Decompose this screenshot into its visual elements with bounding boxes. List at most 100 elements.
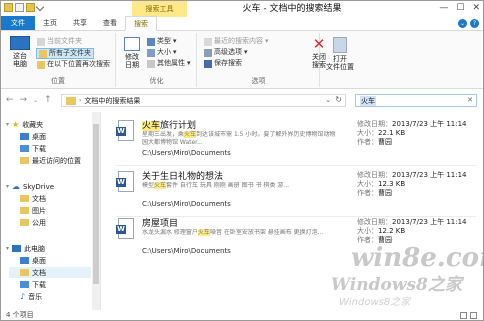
all-subfolders-button[interactable]: 所有子文件夹 (36, 48, 94, 59)
computer-icon (10, 36, 30, 50)
folder-icon (20, 195, 29, 202)
nav-skydrive-documents[interactable]: 文档 (20, 193, 46, 204)
properties-icon[interactable] (15, 3, 24, 12)
date-label: 修改日期： (357, 171, 392, 179)
size-icon (147, 48, 155, 57)
nav-scrollbar-thumb[interactable] (93, 124, 99, 284)
author-value: 曹园 (378, 236, 392, 244)
explorer-window: 搜索工具 火车 - 文档中的搜索结果 — ☐ ✕ 文件 主页 共享 查看 搜索 … (0, 0, 484, 321)
desktop-icon (20, 133, 29, 140)
search-input[interactable]: 火车 (360, 95, 376, 106)
nav-pc-downloads[interactable]: 下载 (20, 279, 46, 290)
navigation-buttons: ← → ⌄ ↑ (6, 95, 52, 105)
result-item[interactable]: 房屋项目 水龙头漏水 修理窗户火车噪音 在卧室安放书架 悬挂画布 更换灯泡...… (116, 213, 476, 261)
recent-searches-button[interactable]: 最近的搜索内容 ▾ (204, 37, 269, 46)
result-name[interactable]: 房屋项目 (142, 216, 178, 229)
close-search-icon: ✕ (312, 35, 326, 53)
this-pc-label-2: 电脑 (13, 60, 27, 68)
clear-search-icon[interactable]: ✕ (467, 96, 473, 104)
result-name[interactable]: 火车旅行计划 (142, 118, 196, 131)
close-search-button[interactable]: ✕ 关闭 搜索 (308, 35, 330, 70)
snippet-highlight: 火车 (184, 131, 197, 138)
close-search-label-2: 搜索 (312, 61, 326, 69)
minimize-button[interactable]: — (439, 3, 448, 13)
search-box[interactable]: 火车 ✕ (355, 94, 477, 107)
nav-downloads-label: 下载 (32, 144, 46, 153)
snippet-text: 模型 (142, 182, 155, 189)
refresh-icon[interactable]: ↻ (335, 95, 342, 104)
nav-skydrive[interactable]: ▾ ☁ SkyDrive (6, 181, 54, 192)
search-tools-context-label: 搜索工具 (132, 1, 187, 17)
download-icon (20, 281, 29, 288)
history-dropdown-icon[interactable]: ⌄ (33, 97, 38, 104)
tab-home[interactable]: 主页 (35, 16, 65, 30)
expand-ribbon-icon[interactable]: ⌄ (458, 19, 467, 28)
save-search-button[interactable]: 保存搜索 (204, 59, 242, 68)
tab-view[interactable]: 查看 (95, 16, 125, 30)
forward-arrow-icon[interactable]: → (20, 95, 28, 105)
up-arrow-icon[interactable]: ↑ (44, 95, 52, 105)
this-pc-button[interactable]: 这台 电脑 (7, 36, 33, 68)
customize-chevron-icon[interactable] (35, 2, 45, 11)
tab-file[interactable]: 文件 (1, 16, 35, 30)
author-label: 作者： (357, 138, 378, 146)
snippet-highlight: 火车 (197, 229, 210, 236)
size-button[interactable]: 大小 ▾ (147, 48, 177, 57)
options-group-label: 选项 (251, 77, 266, 85)
close-button[interactable]: ✕ (472, 3, 480, 13)
nav-pc-documents[interactable]: 文档 (9, 267, 91, 278)
nav-this-pc[interactable]: ▾ 此电脑 (6, 243, 45, 254)
nav-recent[interactable]: 最近访问的位置 (20, 155, 81, 166)
back-arrow-icon[interactable]: ← (6, 95, 14, 105)
refine-group-label: 优化 (149, 77, 164, 85)
nav-skydrive-pictures-label: 图片 (32, 206, 46, 215)
maximize-button[interactable]: ☐ (456, 3, 464, 13)
kind-button[interactable]: 类型 ▾ (147, 37, 177, 46)
advanced-options-button[interactable]: 高级选项 ▾ (204, 48, 248, 57)
size-label: 大小 (157, 48, 171, 56)
date-value: 2013/7/23 上午 11:14 (392, 120, 467, 128)
folder-icon[interactable] (4, 3, 13, 12)
collapse-chevron-icon: ▾ (6, 121, 10, 128)
tab-search[interactable]: 搜索 (125, 16, 157, 31)
nav-skydrive-public[interactable]: 公用 (20, 217, 46, 228)
result-item[interactable]: 关于生日礼物的想法 模型火车套件 自行车 玩具 刚刚 画册 图书 书 棋类 游.… (116, 166, 476, 214)
new-folder-icon[interactable] (26, 3, 35, 12)
result-meta: 修改日期：2013/7/23 上午 11:14 大小：22.1 KB 作者：曹园 (357, 120, 467, 147)
nav-downloads[interactable]: 下载 (20, 143, 46, 154)
documents-icon (20, 269, 29, 276)
all-subfolders-label: 所有子文件夹 (49, 49, 91, 57)
search-results: 火车旅行计划 星期三出发，乘火车到达该城市需 1.5 小时。要了解外界历史博物馆… (102, 112, 483, 310)
size-label: 大小： (357, 180, 378, 188)
nav-skydrive-pictures[interactable]: 图片 (20, 205, 46, 216)
folder-icon (20, 219, 29, 226)
nav-scrollbar[interactable] (92, 112, 100, 310)
details-view-icon[interactable] (460, 312, 467, 319)
tab-share[interactable]: 共享 (65, 16, 95, 30)
nav-skydrive-public-label: 公用 (32, 218, 46, 227)
address-bar[interactable]: › 文档中的搜索结果 ⌄ ↻ (61, 94, 346, 107)
nav-pc-desktop[interactable]: 桌面 (20, 255, 46, 266)
help-icon[interactable]: ? (470, 19, 479, 28)
result-snippet: 水龙头漏水 修理窗户火车噪音 在卧室安放书架 悬挂画布 更换灯泡... (142, 229, 337, 245)
nav-desktop[interactable]: 桌面 (20, 131, 46, 142)
search-again-button[interactable]: 在以下位置再次搜索 (37, 60, 110, 69)
result-name[interactable]: 关于生日礼物的想法 (142, 169, 223, 182)
breadcrumb[interactable]: 文档中的搜索结果 (84, 96, 140, 106)
result-item[interactable]: 火车旅行计划 星期三出发，乘火车到达该城市需 1.5 小时。要了解外界历史博物馆… (116, 115, 476, 163)
nav-pc-documents-label: 文档 (32, 268, 46, 277)
large-icons-view-icon[interactable] (470, 312, 477, 319)
nav-pc-music[interactable]: ♪ 音乐 (20, 291, 42, 302)
date-value: 2013/7/23 上午 11:14 (392, 218, 467, 226)
snippet-text: 水龙头漏水 修理窗户 (142, 229, 198, 236)
result-snippet: 模型火车套件 自行车 玩具 刚刚 画册 图书 书 棋类 游... (142, 182, 337, 198)
nav-favorites[interactable]: ▾ ★ 收藏夹 (6, 119, 43, 130)
date-modified-button[interactable]: 修改 日期 (121, 37, 143, 69)
snippet-text: 套件 自行车 玩具 刚刚 画册 图书 书 棋类 游... (166, 182, 290, 189)
result-meta: 修改日期：2013/7/23 上午 11:14 大小：12.2 KB 作者：曹园 (357, 218, 467, 245)
properties-icon (147, 59, 155, 68)
current-folder-button[interactable]: 当前文件夹 (37, 37, 82, 46)
address-dropdown-icon[interactable]: ⌄ (325, 96, 331, 104)
subfolders-icon (39, 49, 47, 58)
other-properties-button[interactable]: 其他属性 ▾ (147, 59, 191, 68)
